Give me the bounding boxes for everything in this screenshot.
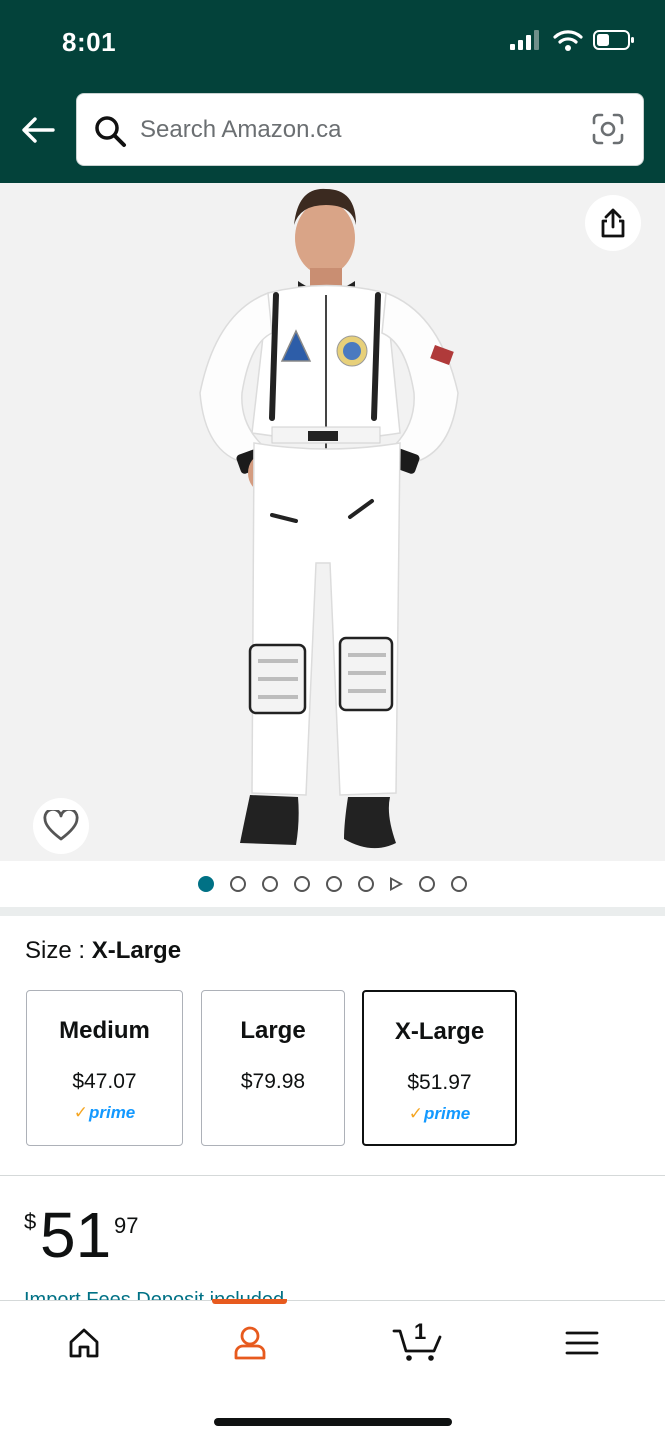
price-whole: 51 (40, 1199, 112, 1271)
prime-check-icon: ✓ (73, 1103, 88, 1122)
size-option-price: $47.07 (72, 1070, 137, 1093)
prime-badge: ✓prime (27, 1103, 182, 1123)
product-image-gallery[interactable] (0, 183, 665, 861)
pager-dot-active[interactable] (198, 876, 214, 892)
section-divider (0, 1175, 665, 1176)
nav-cart[interactable]: 1 (386, 1319, 450, 1365)
share-icon (601, 208, 625, 238)
price-currency: $ (24, 1209, 37, 1234)
bottom-navigation: 1 (0, 1299, 665, 1440)
nav-menu[interactable] (552, 1321, 612, 1365)
prime-check-icon: ✓ (408, 1104, 423, 1123)
size-option-medium[interactable]: Medium $47.07 ✓prime (26, 990, 183, 1146)
pager-dot[interactable] (358, 876, 374, 892)
prime-label: prime (423, 1104, 471, 1123)
product-image[interactable] (0, 183, 665, 861)
wifi-icon (553, 29, 583, 56)
status-time: 8:01 (62, 27, 117, 57)
size-option-price: $51.97 (407, 1071, 472, 1094)
nav-home[interactable] (54, 1321, 114, 1365)
size-option-name: Medium (59, 1017, 150, 1044)
size-option-name: X-Large (394, 1018, 485, 1045)
signal-icon (509, 29, 543, 56)
size-label-prefix: Size : (25, 937, 92, 964)
pager-dot[interactable] (294, 876, 310, 892)
hamburger-menu-icon (565, 1331, 599, 1355)
search-icon[interactable] (93, 114, 127, 153)
pager-dot[interactable] (326, 876, 342, 892)
size-option-large[interactable]: Large $79.98 (201, 990, 345, 1146)
battery-icon (593, 29, 635, 56)
video-play-icon[interactable] (390, 877, 403, 891)
prime-label: prime (88, 1103, 136, 1122)
back-button[interactable] (18, 110, 58, 150)
camera-scan-icon[interactable] (591, 112, 625, 151)
status-icons (509, 28, 635, 56)
person-icon (234, 1326, 266, 1360)
image-pager (0, 861, 665, 907)
size-option-name: Large (240, 1017, 306, 1044)
favorite-button[interactable] (33, 798, 89, 854)
pager-dot[interactable] (451, 876, 467, 892)
home-indicator (214, 1418, 452, 1426)
pager-dot[interactable] (419, 876, 435, 892)
arrow-left-icon (22, 117, 55, 143)
heart-icon (43, 810, 79, 841)
share-button[interactable] (585, 195, 641, 251)
active-tab-indicator (212, 1299, 287, 1304)
section-separator (0, 907, 665, 916)
size-label: Size : X-Large (25, 937, 181, 965)
nav-account[interactable] (220, 1321, 280, 1365)
prime-badge: ✓prime (364, 1104, 515, 1124)
price-fraction: 97 (114, 1213, 139, 1238)
app-header: 8:01 (0, 0, 665, 183)
size-option-x-large[interactable]: X-Large $51.97 ✓prime (362, 990, 517, 1146)
size-selected-value: X-Large (91, 937, 182, 964)
search-bar[interactable] (76, 93, 644, 166)
pager-dot[interactable] (262, 876, 278, 892)
pager-dot[interactable] (230, 876, 246, 892)
size-option-price: $79.98 (240, 1070, 306, 1093)
home-icon (69, 1328, 99, 1358)
search-input[interactable] (140, 112, 580, 148)
cart-count-badge: 1 (414, 1319, 427, 1344)
